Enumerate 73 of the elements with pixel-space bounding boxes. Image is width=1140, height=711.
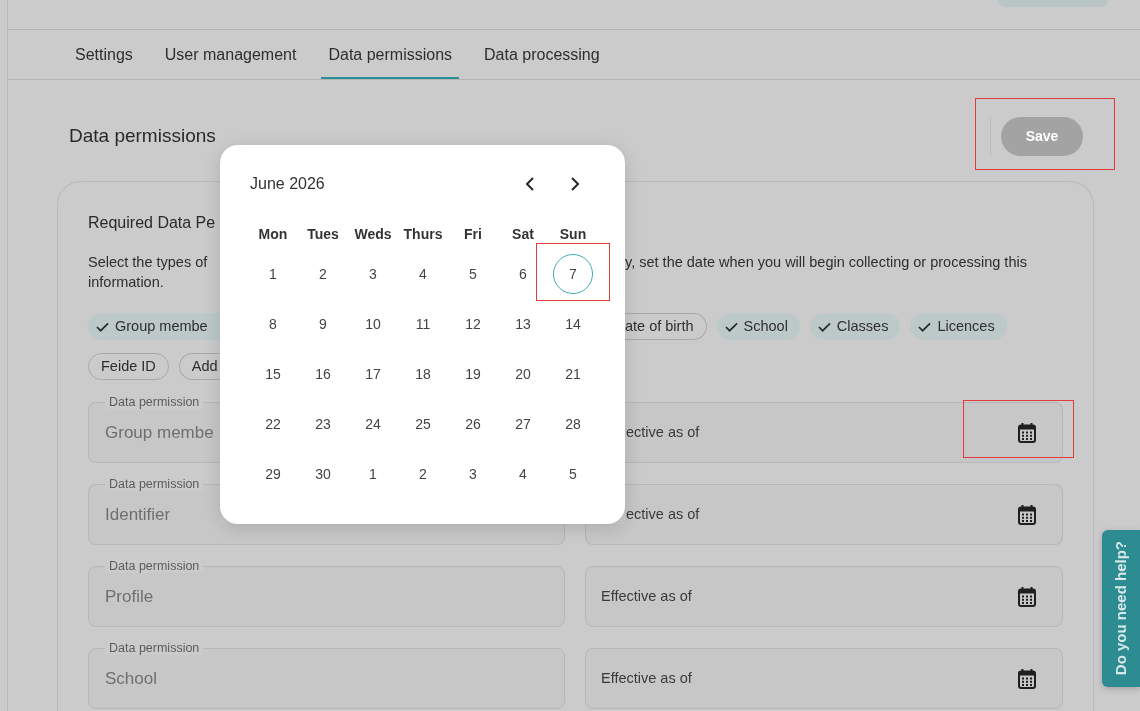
calendar-day[interactable]: 4 [403,254,443,294]
permission-chip[interactable]: School [716,313,800,340]
calendar-day[interactable]: 2 [403,454,443,494]
calendar-day[interactable]: 30 [303,454,343,494]
check-icon [918,321,932,332]
calendar-day[interactable]: 16 [303,354,343,394]
calendar-icon[interactable] [1018,586,1036,607]
page-heading: Data permissions [69,124,216,149]
month-label: June 2026 [250,174,325,194]
calendar-day[interactable]: 23 [303,404,343,444]
field-label: Data permission [105,477,204,491]
calendar-day[interactable]: 12 [453,304,493,344]
calendar-day[interactable]: 3 [353,254,393,294]
tab[interactable]: Settings [68,30,140,79]
calendar-day[interactable]: 2 [303,254,343,294]
chevron-left-icon [526,177,534,191]
calendar-day[interactable]: 28 [553,404,593,444]
calendar-day[interactable]: 3 [453,454,493,494]
description-text: information. [88,273,165,292]
calendar-day[interactable]: 15 [253,354,293,394]
weekday-label: Sun [559,226,587,242]
calendar-day[interactable]: 5 [553,454,593,494]
calendar-day[interactable]: 11 [403,304,443,344]
tab[interactable]: User management [157,30,304,79]
calendar-day[interactable]: 18 [403,354,443,394]
calendar-day[interactable]: 1 [253,254,293,294]
calendar-icon[interactable] [1018,668,1036,689]
check-icon [817,321,831,332]
calendar-day[interactable]: 4 [503,454,543,494]
field-label: Data permission [105,641,204,655]
calendar-day[interactable]: 26 [453,404,493,444]
weekday-label: Thurs [403,226,443,242]
weekday-label: Weds [354,226,392,242]
calendar-day[interactable]: 10 [353,304,393,344]
weekday-label: Fri [464,226,482,242]
calendar-day[interactable]: 19 [453,354,493,394]
calendar-day[interactable]: 6 [503,254,543,294]
card-title: Required Data Pe [88,213,216,233]
description-text: y, set the date when you will begin collecting or processing this [625,253,1027,272]
calendar-day[interactable]: 5 [453,254,493,294]
calendar-day[interactable]: 17 [353,354,393,394]
calendar-day[interactable]: 27 [503,404,543,444]
description-text: Select the types of [88,253,209,272]
check-icon [724,321,738,332]
weekday-label: Tues [307,226,339,242]
tab[interactable]: Data processing [477,30,607,79]
tab[interactable]: Data permissions [321,30,460,79]
date-field[interactable]: ective as of [625,484,1063,545]
field-edge [585,524,625,545]
calendar-day[interactable]: 1 [353,454,393,494]
permission-chip[interactable]: Group membe [88,313,220,340]
permission-chip[interactable]: Classes [809,313,901,340]
calendar-day[interactable]: 14 [553,304,593,344]
check-icon [96,321,109,332]
calendar-icon[interactable] [1018,504,1036,525]
calendar-day[interactable]: 13 [503,304,543,344]
calendar-day[interactable]: 24 [353,404,393,444]
field-label: Data permission [105,559,204,573]
calendar-day[interactable]: 20 [503,354,543,394]
weekday-label: Sat [512,226,534,242]
date-field[interactable]: Effective as of [585,566,1063,627]
calendar-day[interactable]: 21 [553,354,593,394]
calendar-icon[interactable] [1018,422,1036,443]
weekday-label: Mon [258,226,288,242]
calendar-day[interactable]: 29 [253,454,293,494]
permission-chip[interactable]: Licences [910,313,1007,340]
date-field[interactable]: Effective as of [585,648,1063,709]
field-label: Data permission [105,395,204,409]
calendar-day[interactable]: 25 [403,404,443,444]
calendar-day[interactable]: 8 [253,304,293,344]
calendar-day[interactable]: 22 [253,404,293,444]
calendar-day[interactable]: 9 [303,304,343,344]
chevron-right-icon [571,177,579,191]
